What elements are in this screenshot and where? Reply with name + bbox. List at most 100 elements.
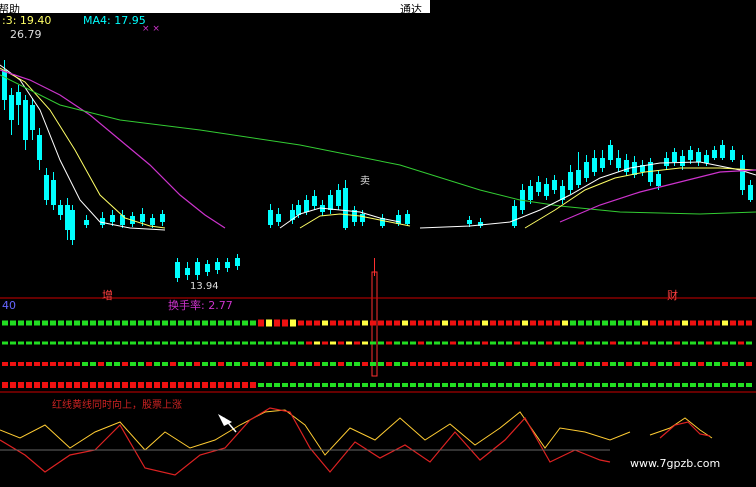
turnover-bar: [482, 320, 488, 326]
turnover-bar: [26, 362, 32, 366]
candle-body: [632, 162, 637, 175]
candle-body: [110, 215, 115, 222]
turnover-bar: [594, 362, 600, 366]
turnover-bar: [538, 320, 544, 326]
turnover-bar: [314, 341, 320, 345]
candle-body: [592, 158, 597, 172]
turnover-bar: [578, 341, 584, 345]
turnover-bar: [450, 320, 456, 326]
turnover-bar: [706, 383, 712, 387]
turnover-bar: [586, 383, 592, 387]
turnover-bar: [658, 383, 664, 387]
candle-body: [2, 70, 7, 100]
turnover-bar: [522, 341, 528, 345]
candle-body: [185, 268, 190, 275]
turnover-bar: [442, 341, 448, 345]
turnover-bar: [154, 382, 160, 388]
candle-body: [100, 218, 105, 225]
turnover-bar: [578, 320, 584, 326]
watermark: www.7gpzb.com: [630, 457, 721, 470]
turnover-bar: [498, 383, 504, 387]
candle-body: [576, 170, 581, 185]
turnover-bar: [378, 341, 384, 345]
turnover-bar: [466, 362, 472, 366]
turnover-bar: [426, 320, 432, 326]
turnover-bar: [66, 382, 72, 388]
candle-body: [235, 258, 240, 266]
turnover-bar: [746, 320, 752, 326]
turnover-bar: [466, 383, 472, 387]
turnover-bar: [258, 362, 264, 366]
low-value-label: 13.94: [190, 281, 219, 292]
turnover-bar: [578, 383, 584, 387]
turnover-bar: [114, 320, 120, 326]
turnover-bar: [442, 383, 448, 387]
price-panel: [0, 60, 756, 377]
ma-line-purple: [0, 69, 226, 229]
turnover-bar: [514, 383, 520, 387]
turnover-bar: [674, 320, 680, 326]
turnover-bar: [458, 383, 464, 387]
turnover-bar: [194, 382, 200, 388]
turnover-bar: [162, 341, 168, 345]
turnover-bar: [610, 320, 616, 326]
turnover-bar: [34, 341, 40, 345]
candle-body: [58, 205, 63, 215]
turnover-bar: [186, 362, 192, 366]
turnover-bar: [298, 362, 304, 366]
candle-body: [225, 262, 230, 268]
candle-body: [37, 135, 42, 160]
turnover-bar: [674, 383, 680, 387]
turnover-bar: [666, 383, 672, 387]
turnover-bar: [370, 320, 376, 326]
turnover-bar: [122, 320, 128, 326]
turnover-bar: [562, 383, 568, 387]
turnover-bar: [458, 320, 464, 326]
turnover-bar: [562, 320, 568, 326]
turnover-bar: [266, 362, 272, 366]
candle-body: [568, 172, 573, 190]
turnover-bar: [122, 382, 128, 388]
turnover-bar: [546, 362, 552, 366]
turnover-bar: [346, 320, 352, 326]
turnover-bar: [498, 320, 504, 326]
candle-body: [312, 196, 317, 206]
turnover-bar: [594, 341, 600, 345]
turnover-bar: [418, 362, 424, 366]
turnover-bar: [138, 341, 144, 345]
turnover-bar: [626, 383, 632, 387]
turnover-bar: [266, 341, 272, 345]
turnover-bar: [146, 341, 152, 345]
turnover-bar: [10, 320, 16, 326]
turnover-bar: [634, 341, 640, 345]
turnover-bar: [2, 362, 8, 366]
turnover-bar: [722, 383, 728, 387]
turnover-bar: [50, 362, 56, 366]
turnover-bar: [738, 341, 744, 345]
turnover-bar: [106, 382, 112, 388]
turnover-bar: [42, 382, 48, 388]
turnover-bar: [354, 320, 360, 326]
turnover-bar: [282, 383, 288, 387]
candle-body: [680, 156, 685, 166]
candle-body: [552, 180, 557, 190]
tag-cai: 财: [667, 289, 678, 302]
turnover-bar: [746, 362, 752, 366]
oscillator-panel: [0, 407, 713, 476]
ma-line-yellow-3: [524, 167, 756, 229]
turnover-bar: [274, 383, 280, 387]
turnover-bar: [410, 320, 416, 326]
candle-body: [268, 210, 273, 225]
turnover-bar: [674, 341, 680, 345]
turnover-bar: [178, 362, 184, 366]
turnover-bar: [274, 362, 280, 366]
turnover-bar: [18, 362, 24, 366]
turnover-bar: [650, 362, 656, 366]
turnover-bar: [402, 362, 408, 366]
turnover-bar: [442, 362, 448, 366]
turnover-bar: [218, 320, 224, 326]
turnover-bar: [418, 320, 424, 326]
turnover-bar: [114, 341, 120, 345]
turnover-bar: [386, 362, 392, 366]
turnover-bar: [642, 362, 648, 366]
